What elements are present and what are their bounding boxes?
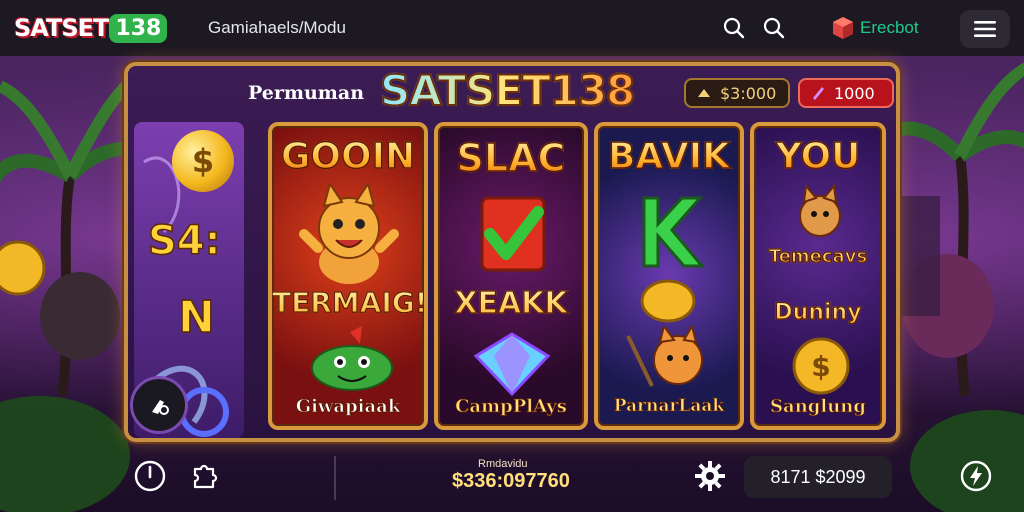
reel-1-title: GOOIN [272,135,424,178]
green-creature-icon [311,326,393,391]
autoplay-button[interactable] [130,376,188,434]
bet-amount-pill[interactable]: 8171 $2099 [744,456,892,498]
fox-character-icon [626,326,703,387]
dog-character-icon [799,183,841,237]
reel-2-title: SLAC [438,135,584,181]
hand-pointer-icon [152,400,169,415]
reel-1: GOOIN TERMAIG! Giwapiaak [268,122,428,430]
gem-icon [473,332,551,396]
search-icon-secondary[interactable] [760,14,788,42]
menu-icon [974,21,996,37]
brand-right-link[interactable]: Erecbot [832,16,919,40]
total-win-value: $336:097760 [452,470,570,492]
crystal-icon [813,87,824,100]
lightning-icon[interactable] [958,458,994,494]
reel-1-caption: Giwapiaak [295,396,401,418]
gold-coin-icon [640,279,696,323]
reel-4-mid-text-2: Duniny [754,299,882,325]
coin-balance-value: $3:000 [720,83,777,103]
reel-4-title: YOU [754,135,882,178]
brand-right-label: Erecbot [860,18,919,37]
reel-2-caption: CampPlAys [455,396,568,418]
green-k-icon [642,196,706,268]
top-navigation-bar: SATSET 138 Gamiahaels/Modu Erecbot [0,0,1024,56]
gem-balance: 1000 [798,78,894,108]
permainan-label: Permuman [248,82,365,104]
reel-3-caption: ParnarLaak [613,396,725,417]
logo-number-badge: 138 [109,13,168,43]
left-big-text: S4: [147,217,221,265]
left-letter: N [177,291,215,344]
gem-balance-value: 1000 [834,83,875,103]
coin-stack-icon [698,89,710,97]
gear-icon[interactable] [692,458,728,494]
site-logo[interactable]: SATSET 138 [14,10,168,46]
reel-4-mid-text: Temecavs [754,245,882,267]
reel-3: BAVIK ParnarLaak [594,122,744,430]
puzzle-icon[interactable] [186,458,222,494]
reel-2-mid-text: XEAKK [438,285,584,321]
logo-text: SATSET [14,14,109,42]
menu-button[interactable] [960,10,1010,48]
cat-character-icon [299,184,399,284]
dollar-coin-icon: $ [172,130,234,192]
coin-balance: $3:000 [684,78,790,108]
reel-2: SLAC XEAKK CampPlAys [434,122,588,430]
reel-4-caption: Sanglung [770,396,867,418]
bottom-divider [334,456,336,500]
slot-machine-frame: Permuman SATSET138 $3:000 1000 $ S4: N G… [124,62,900,442]
power-icon[interactable] [132,458,168,494]
total-label: Rmdavidu [478,458,528,470]
svg-text:$: $ [811,350,830,383]
reel-3-title: BAVIK [598,135,740,178]
search-icon[interactable] [720,14,748,42]
cube-icon [833,17,853,39]
reel-4: YOU Temecavs Duniny $ Sanglung [750,122,886,430]
game-title: SATSET138 [379,65,636,116]
dollar-coin-large-icon: $ [792,337,850,395]
site-subtitle: Gamiahaels/Modu [208,18,346,37]
checkmark-icon [480,196,546,272]
reel-1-mid-text: TERMAIG! [272,285,428,319]
